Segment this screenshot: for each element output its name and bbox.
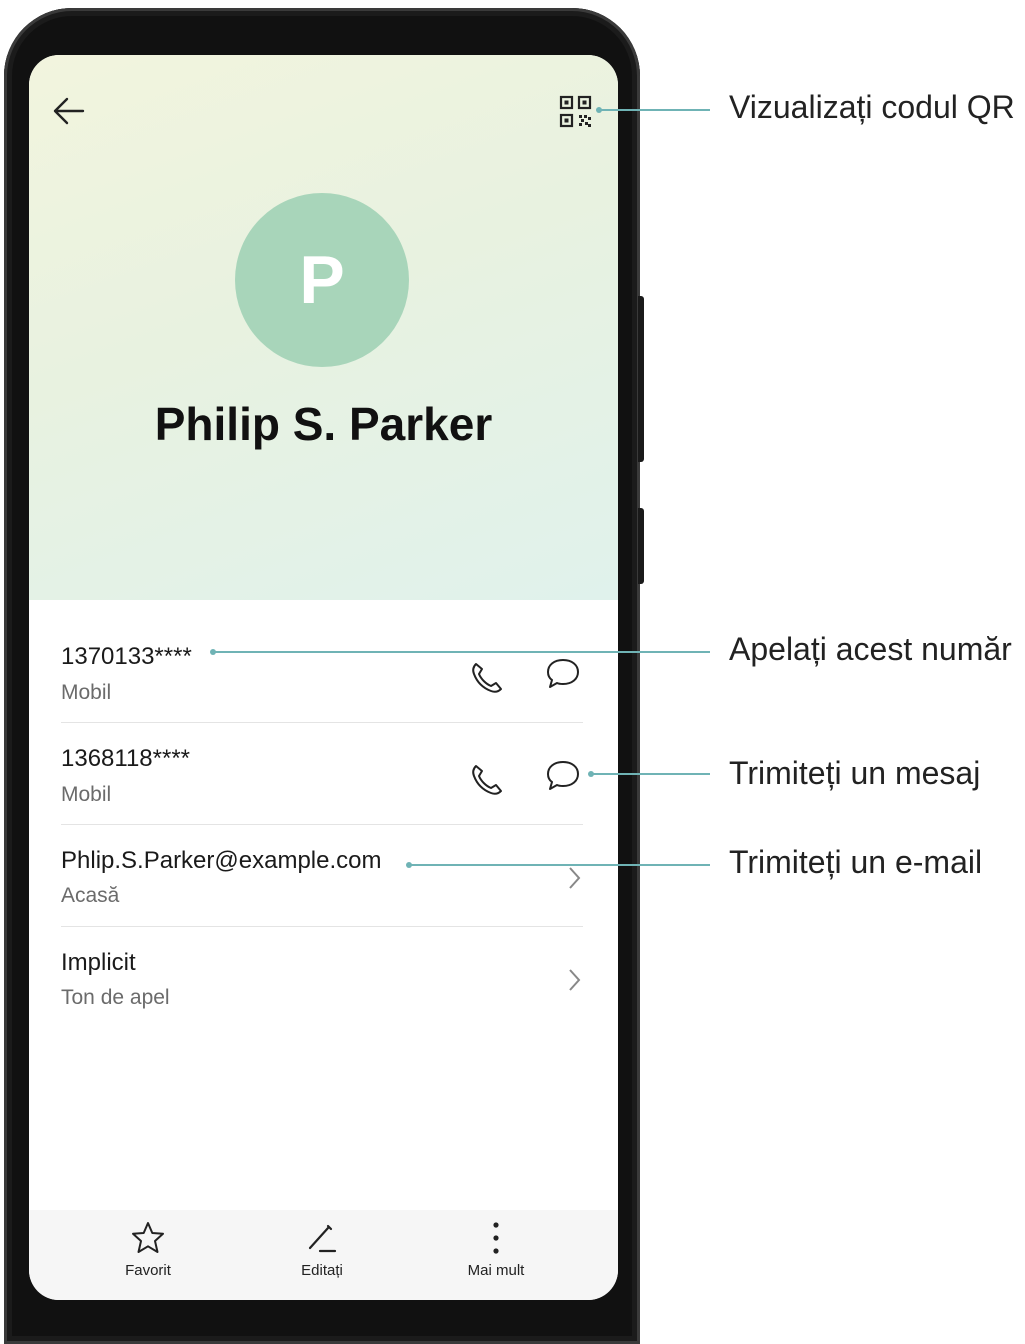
callout-line-email	[410, 864, 710, 866]
phone-screen: P Philip S. Parker 1370133**** Mobil 136…	[29, 55, 618, 1300]
pencil-icon	[308, 1224, 337, 1253]
phone-call-icon[interactable]	[467, 760, 507, 800]
qr-code-button[interactable]	[559, 95, 593, 129]
phone-number: 1370133****	[61, 643, 192, 670]
phone-type: Mobil	[61, 681, 112, 704]
callout-message: Trimiteți un mesaj	[729, 755, 981, 791]
avatar[interactable]: P	[235, 193, 409, 367]
more-label: Mai mult	[467, 1262, 525, 1279]
callout-line-qr	[600, 109, 710, 111]
callout-qr: Vizualizați codul QR	[729, 89, 1015, 125]
volume-button	[638, 296, 644, 462]
email-type: Acasă	[61, 884, 120, 907]
arrow-left-icon	[53, 97, 85, 125]
ringtone-row[interactable]: Implicit Ton de apel	[61, 927, 583, 1029]
bottom-action-bar: Favorit Editați Mai mult	[29, 1210, 618, 1300]
edit-button[interactable]: Editați	[262, 1218, 382, 1279]
ringtone-value: Implicit	[61, 949, 136, 976]
email-row[interactable]: Phlip.S.Parker@example.com Acasă	[61, 825, 583, 927]
message-icon[interactable]	[543, 654, 583, 694]
callout-line-call	[214, 651, 710, 653]
chevron-right-icon	[569, 867, 581, 889]
phone-number: 1368118****	[61, 745, 191, 772]
back-button[interactable]	[49, 91, 89, 131]
chevron-right-icon	[569, 969, 581, 991]
more-button[interactable]: Mai mult	[436, 1218, 556, 1279]
callout-call: Apelați acest număr	[729, 631, 1012, 667]
power-button	[638, 508, 644, 584]
contact-name: Philip S. Parker	[154, 398, 493, 450]
star-icon	[132, 1222, 164, 1253]
favorite-label: Favorit	[125, 1262, 171, 1279]
message-icon[interactable]	[543, 756, 583, 796]
more-vertical-icon	[493, 1222, 499, 1254]
avatar-letter: P	[299, 242, 345, 318]
edit-label: Editați	[301, 1262, 343, 1279]
phone-type: Mobil	[61, 783, 112, 806]
phone-call-icon[interactable]	[467, 658, 507, 698]
phone-row-2[interactable]: 1368118**** Mobil	[61, 723, 583, 825]
callout-line-message	[592, 773, 710, 775]
ringtone-label: Ton de apel	[61, 986, 170, 1009]
email-address: Phlip.S.Parker@example.com	[61, 847, 382, 874]
callout-email: Trimiteți un e-mail	[729, 844, 983, 880]
favorite-button[interactable]: Favorit	[88, 1218, 208, 1279]
qr-code-icon	[559, 95, 592, 128]
